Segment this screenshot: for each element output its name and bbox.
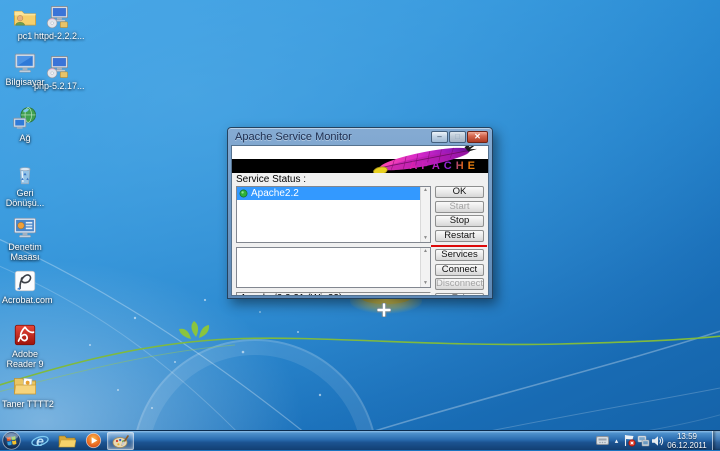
network-icon (637, 435, 650, 447)
icon-label: Adobe Reader 9 (2, 349, 48, 369)
service-list-item[interactable]: Apache2.2 (237, 187, 420, 200)
messages-box: ▲ ▼ (236, 247, 431, 288)
messages-scrollbar[interactable]: ▲ ▼ (420, 248, 430, 287)
icon-label: Ağ (19, 133, 30, 143)
service-list-scrollbar[interactable]: ▲ ▼ (420, 187, 430, 242)
device-icon (596, 436, 609, 445)
folder-explorer-icon (58, 433, 76, 449)
taskbar-item-paint[interactable] (107, 432, 134, 450)
ok-button[interactable]: OK (435, 186, 484, 198)
icon-label: httpd-2.2.2... (34, 31, 80, 41)
recycle-bin-icon (12, 161, 38, 187)
sparkles (89, 299, 321, 409)
dialog-button-column: OK Start Stop Restart Services Connect D… (435, 186, 484, 296)
speaker-icon (651, 435, 664, 447)
internet-explorer-icon: e (31, 433, 49, 449)
dialog-status-bar: Apache/2.2.21 (Win32) (236, 292, 431, 296)
network-globe-icon (12, 106, 38, 132)
paint-icon (112, 434, 130, 449)
scroll-up-icon[interactable]: ▲ (423, 248, 428, 255)
installer-package-icon (44, 4, 70, 30)
start-button: Start (435, 201, 484, 213)
vine-leaves (179, 321, 209, 339)
icon-label: php-5.2.17... (34, 81, 80, 91)
scroll-down-icon[interactable]: ▼ (423, 280, 428, 287)
desktop-icon-adobe-reader[interactable]: Adobe Reader 9 (2, 322, 48, 369)
services-button[interactable]: Services (435, 249, 484, 261)
desktop-icon-ag-network[interactable]: Ağ (2, 106, 48, 143)
icon-label: Denetim Masası (2, 242, 48, 262)
window-titlebar[interactable]: Apache Service Monitor – □ ✕ (231, 128, 489, 145)
network-status-icon[interactable] (636, 431, 650, 451)
desktop-icon-recycle-bin[interactable]: Geri Dönüşü... (2, 161, 48, 208)
service-list: Apache2.2 ▲ ▼ (236, 186, 431, 243)
adobe-reader-icon (12, 322, 38, 348)
restart-button[interactable]: Restart (435, 230, 484, 242)
icon-label: Taner TTTT2 (2, 399, 48, 409)
desktop-icon-taner-folder[interactable]: Taner TTTT2 (2, 372, 48, 409)
restart-annotation-line (431, 245, 487, 247)
desktop-icon-php-installer[interactable]: php-5.2.17... (34, 54, 80, 91)
acrobat-icon (12, 268, 38, 294)
clock-time: 13:59 (664, 432, 710, 441)
start-button[interactable] (2, 431, 22, 451)
flag-alert-icon (623, 434, 636, 447)
svg-text:e: e (36, 433, 44, 449)
control-panel-icon (12, 215, 38, 241)
disconnect-button: Disconnect (435, 278, 484, 290)
installer-package-icon (44, 54, 70, 80)
action-center-icon[interactable] (622, 431, 636, 451)
scroll-up-icon[interactable]: ▲ (423, 187, 428, 194)
icon-label: Geri Dönüşü... (2, 188, 48, 208)
windows-start-icon (2, 431, 21, 450)
taskbar: e (0, 430, 720, 450)
stop-button[interactable]: Stop (435, 215, 484, 227)
service-name: Apache2.2 (251, 188, 299, 199)
close-button[interactable]: ✕ (467, 131, 488, 143)
apache-logo-banner: APACHE (232, 146, 488, 173)
clock-date: 06.12.2011 (664, 441, 710, 450)
scroll-down-icon[interactable]: ▼ (423, 235, 428, 242)
service-status-label: Service Status : (236, 174, 484, 186)
show-desktop-button[interactable] (712, 431, 720, 450)
icon-label: pc1 (18, 31, 33, 41)
exit-button[interactable]: Exit (435, 293, 484, 296)
desktop-icon-acrobat-com[interactable]: Acrobat.com (2, 268, 48, 305)
folder-documents-icon (12, 372, 38, 398)
media-player-icon (85, 432, 102, 449)
taskbar-item-internet-explorer[interactable]: e (26, 431, 53, 451)
maximize-button: □ (449, 131, 466, 143)
minimize-button[interactable]: – (431, 131, 448, 143)
window-title: Apache Service Monitor (235, 131, 431, 143)
service-running-icon (239, 189, 248, 198)
taskbar-item-media-player[interactable] (80, 431, 107, 451)
taskbar-item-windows-explorer[interactable] (53, 431, 80, 451)
tray-device-icon[interactable] (594, 431, 611, 451)
show-hidden-icons-button[interactable]: ▴ (611, 431, 622, 451)
volume-icon[interactable] (650, 431, 664, 451)
desktop-icon-denetim-masasi[interactable]: Denetim Masası (2, 215, 48, 262)
connect-button[interactable]: Connect (435, 264, 484, 276)
desktop-icon-httpd-installer[interactable]: httpd-2.2.2... (34, 4, 80, 41)
taskbar-clock[interactable]: 13:59 06.12.2011 (664, 432, 712, 450)
apache-brand-text: APACHE (409, 160, 479, 172)
apache-service-monitor-window: Apache Service Monitor – □ ✕ (227, 127, 493, 299)
icon-label: Acrobat.com (2, 295, 48, 305)
